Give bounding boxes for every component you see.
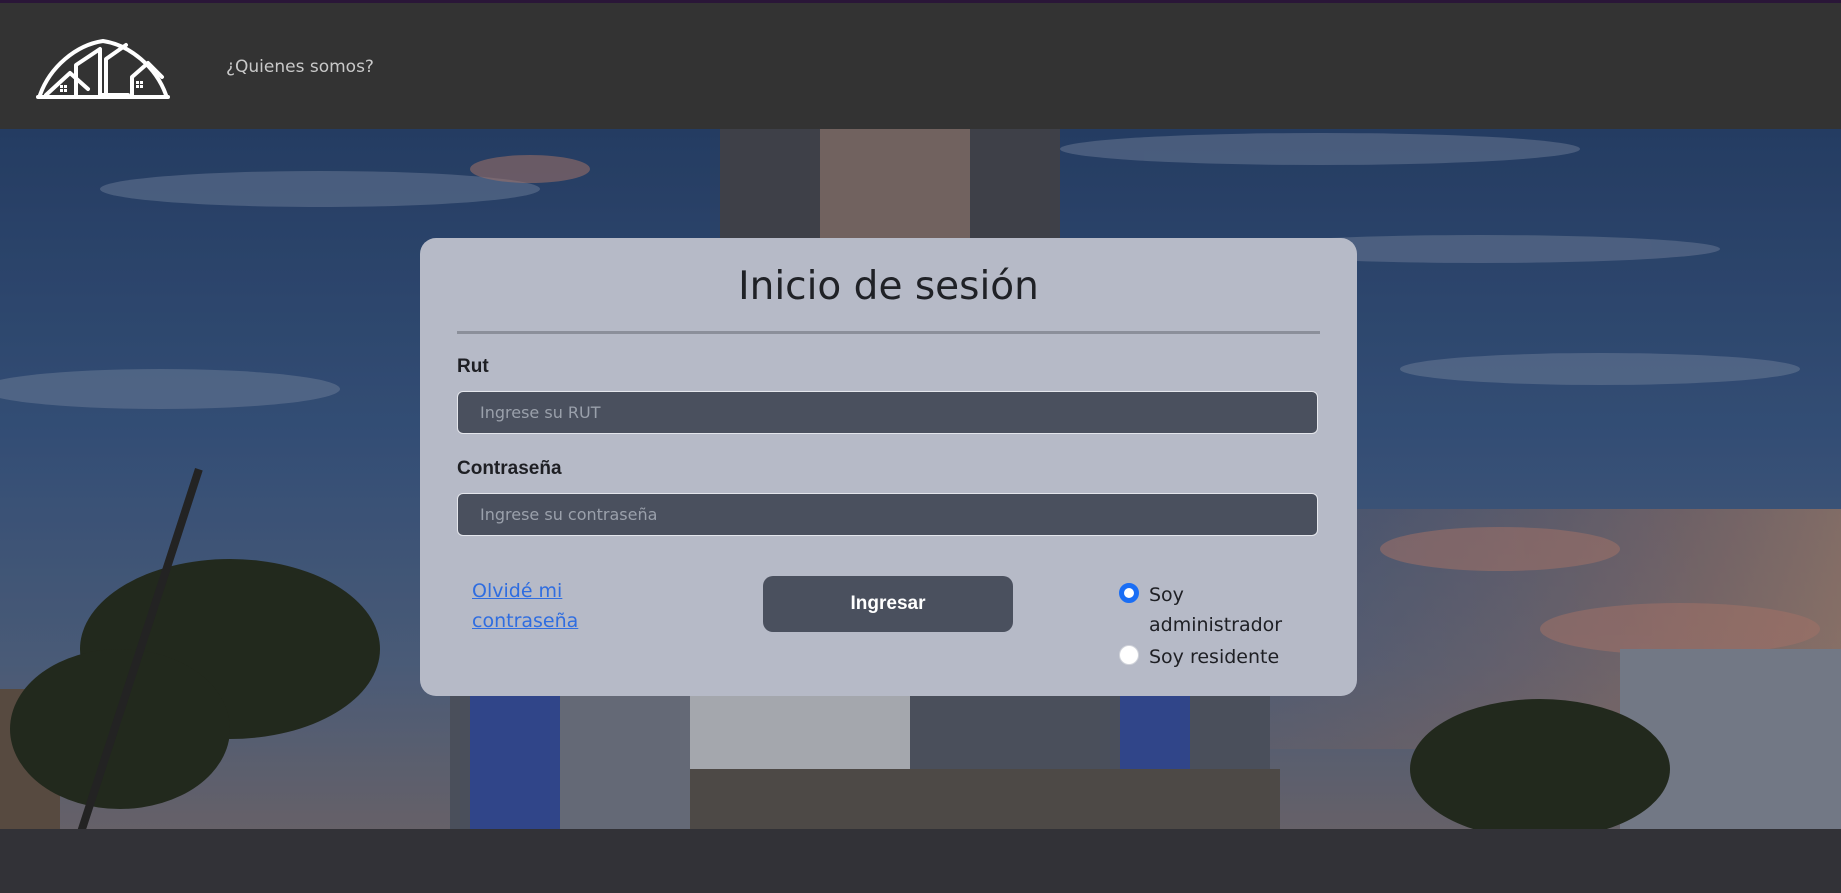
- login-title: Inicio de sesión: [738, 264, 1039, 309]
- rut-label: Rut: [457, 356, 489, 377]
- radio-unselected-icon[interactable]: [1119, 645, 1139, 665]
- brand-logo[interactable]: [36, 37, 170, 99]
- role-option-label: Soy administrador: [1149, 584, 1283, 636]
- role-option-label: Soy residente: [1149, 646, 1280, 668]
- password-label: Contraseña: [457, 458, 562, 479]
- radio-selected-icon[interactable]: [1119, 583, 1139, 603]
- title-divider: [457, 331, 1320, 334]
- forgot-password-link[interactable]: Olvidé mi contraseña: [472, 576, 612, 636]
- login-submit-button[interactable]: Ingresar: [763, 576, 1013, 632]
- rut-input[interactable]: [457, 391, 1318, 434]
- password-input[interactable]: [457, 493, 1318, 536]
- nav-link-about[interactable]: ¿Quienes somos?: [226, 57, 374, 77]
- login-card: Inicio de sesión Rut Contraseña Olvidé m…: [420, 238, 1357, 696]
- navbar: ¿Quienes somos?: [0, 3, 1841, 129]
- house-roof-logo-icon: [36, 39, 170, 99]
